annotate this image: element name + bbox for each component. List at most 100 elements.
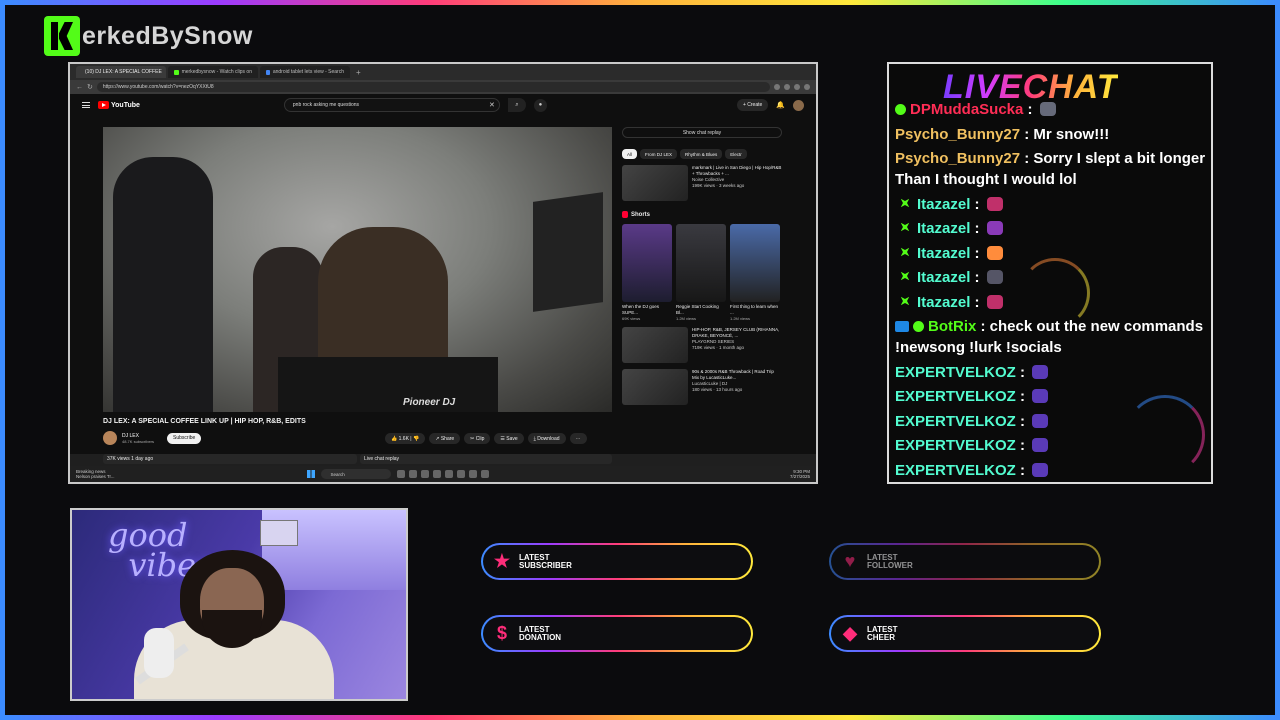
- chat-username[interactable]: Psycho_Bunny27: [895, 150, 1020, 167]
- profile-icon[interactable]: [804, 84, 810, 90]
- search-button[interactable]: ⌕: [507, 98, 526, 112]
- chat-username[interactable]: Itazazel: [917, 196, 970, 213]
- video-thumbnail[interactable]: [622, 369, 688, 405]
- tab-search[interactable]: android tablet lets view - Search: [260, 66, 350, 78]
- chat-username[interactable]: EXPERTVELKOZ: [895, 462, 1016, 479]
- save-button[interactable]: ☰ Save: [494, 433, 524, 444]
- shorts-heading: Shorts: [622, 211, 782, 218]
- windows-taskbar: Breaking news Nelson praises Tr... Search…: [70, 466, 816, 482]
- clip-button[interactable]: ✂ Clip: [464, 433, 491, 444]
- taskbar-app-icon[interactable]: [396, 470, 405, 478]
- video-player[interactable]: Pioneer DJ: [103, 127, 612, 412]
- taskbar-app-icon[interactable]: [432, 470, 441, 478]
- save-label: Save: [506, 435, 518, 442]
- taskbar-app-icon[interactable]: [444, 470, 453, 478]
- chat-username[interactable]: Itazazel: [917, 220, 970, 237]
- tab-kick[interactable]: merkedbysnow - Watch clips on: [168, 66, 258, 78]
- chat-username[interactable]: EXPERTVELKOZ: [895, 364, 1016, 381]
- taskbar-app-icon[interactable]: [480, 470, 489, 478]
- video-description[interactable]: 37K views 1 day ago: [103, 454, 357, 464]
- chat-message: Psycho_Bunny27 : Sorry I slept a bit lon…: [895, 148, 1209, 190]
- chat-username[interactable]: Itazazel: [917, 294, 970, 311]
- rec-channel: PLAYGRND SERIES: [692, 339, 735, 344]
- chat-text: :: [970, 269, 984, 286]
- short-item[interactable]: Reggie Start Cooking Bl... 1.2M views: [676, 224, 726, 321]
- short-item[interactable]: When the DJ goes SUPE... 69K views: [622, 224, 672, 321]
- short-thumbnail[interactable]: [622, 224, 672, 302]
- clear-search-icon[interactable]: ✕: [489, 101, 495, 109]
- chat-username[interactable]: Itazazel: [917, 269, 970, 286]
- microphone: [144, 628, 174, 678]
- frame-bottom-edge: [0, 715, 1280, 720]
- kick-logo-icon: [44, 16, 80, 56]
- chat-username[interactable]: BotRix: [928, 318, 976, 335]
- more-actions-icon[interactable]: ⋯: [569, 433, 587, 444]
- short-views: 69K views: [622, 316, 641, 321]
- chat-username[interactable]: EXPERTVELKOZ: [895, 413, 1016, 430]
- shorts-icon: [622, 211, 628, 218]
- extension-icon[interactable]: [784, 84, 790, 90]
- chat-username[interactable]: Itazazel: [917, 245, 970, 262]
- recommended-video[interactable]: 90s & 2000s R&B Throwback | Road Trip Mi…: [622, 369, 782, 405]
- heart-icon: ♥: [844, 551, 856, 571]
- clock-date: 7/27/2025: [789, 474, 810, 479]
- short-thumbnail[interactable]: [676, 224, 726, 302]
- video-actions: 👍 1.6K | 👎 ↗ Share ✂ Clip ☰ Save ⤓ Downl…: [385, 433, 587, 444]
- recommended-video[interactable]: HIP-HOP, R&B, JERSEY CLUB (RIHANNA, DRAK…: [622, 327, 782, 363]
- chip-from-dj-lex[interactable]: From DJ LEX: [640, 149, 678, 159]
- webcam-feed: good vibes: [70, 508, 408, 701]
- taskbar-app-icon[interactable]: [408, 470, 417, 478]
- bot-badge-icon: [895, 321, 909, 332]
- chat-username[interactable]: EXPERTVELKOZ: [895, 437, 1016, 454]
- live-chat-replay-bar[interactable]: Live chat replay: [360, 454, 612, 464]
- address-bar[interactable]: https://www.youtube.com/watch?v=nezOqYXX…: [96, 82, 770, 92]
- taskbar-app-icon[interactable]: [456, 470, 465, 478]
- sparkle-badge-icon: [897, 268, 914, 285]
- notifications-icon[interactable]: 🔔: [776, 101, 785, 109]
- search-input[interactable]: pnb rock asking me questions ✕: [283, 98, 500, 112]
- create-button[interactable]: + Create: [736, 99, 769, 111]
- reload-icon[interactable]: ↻: [87, 83, 93, 91]
- channel-avatar[interactable]: [103, 431, 117, 445]
- extension-icon[interactable]: [774, 84, 780, 90]
- mic-icon[interactable]: ●: [533, 98, 547, 112]
- chat-username[interactable]: Psycho_Bunny27: [895, 126, 1020, 143]
- chat-text: :: [1015, 388, 1030, 405]
- recommended-video[interactable]: markmark | Live in San Diego | Hip Hop/R…: [622, 165, 782, 201]
- extension-icon[interactable]: [794, 84, 800, 90]
- tab-youtube[interactable]: (10) DJ LEX: A SPECIAL COFFEE: [76, 66, 166, 78]
- menu-icon[interactable]: [82, 102, 90, 108]
- download-button[interactable]: ⤓ Download: [527, 433, 566, 444]
- account-avatar[interactable]: [793, 99, 804, 111]
- chip-electronic[interactable]: Electr: [725, 149, 747, 159]
- chat-username[interactable]: EXPERTVELKOZ: [895, 388, 1016, 405]
- share-button[interactable]: ↗ Share: [429, 433, 461, 444]
- video-thumbnail[interactable]: [622, 165, 688, 201]
- chat-text: :: [1015, 437, 1030, 454]
- show-chat-replay-button[interactable]: Show chat replay: [622, 127, 782, 138]
- taskbar-app-icon[interactable]: [420, 470, 429, 478]
- like-button[interactable]: 👍 1.6K | 👎: [385, 433, 426, 444]
- chip-rhythm-blues[interactable]: Rhythm & Blues: [680, 149, 723, 159]
- alert-line: CHEER: [867, 632, 896, 642]
- emote-icon: [1032, 438, 1049, 452]
- windows-start-icon[interactable]: [306, 470, 315, 478]
- taskbar-app-icon[interactable]: [468, 470, 477, 478]
- video-thumbnail[interactable]: [622, 327, 688, 363]
- dollar-icon: $: [496, 623, 507, 643]
- short-item[interactable]: First thing to learn when ... 1.2M views: [730, 224, 780, 321]
- new-tab-icon[interactable]: +: [352, 68, 365, 77]
- rec-stats: 199K views · 3 weeks ago: [692, 183, 745, 188]
- back-icon[interactable]: ←: [76, 84, 83, 91]
- subscribe-button[interactable]: Subscribe: [167, 432, 202, 444]
- chat-username[interactable]: DPMuddaSucka: [910, 101, 1023, 118]
- news-widget[interactable]: Breaking news Nelson praises Tr...: [76, 469, 115, 479]
- diamond-icon: ◆: [843, 623, 857, 643]
- taskbar-clock[interactable]: 9:30 PM 7/27/2025: [790, 469, 810, 479]
- chip-all[interactable]: All: [622, 149, 638, 159]
- youtube-logo[interactable]: YouTube: [98, 101, 140, 109]
- short-thumbnail[interactable]: [730, 224, 780, 302]
- alert-label: LATEST SUBSCRIBER: [519, 553, 599, 570]
- frame-left-edge: [0, 0, 5, 720]
- taskbar-search[interactable]: Search: [320, 469, 391, 479]
